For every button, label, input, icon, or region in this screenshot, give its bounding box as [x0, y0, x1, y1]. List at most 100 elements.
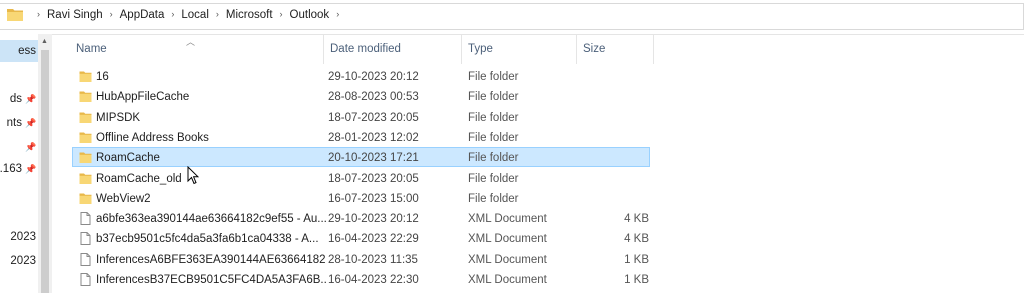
nav-item-label: 2023: [10, 255, 36, 267]
pin-icon: 📌: [25, 142, 37, 152]
file-date-modified: 20-10-2023 17:21: [328, 152, 419, 165]
breadcrumb-item[interactable]: AppData: [120, 9, 165, 21]
file-size: 4 KB: [624, 213, 649, 226]
nav-item[interactable]: [0, 273, 38, 293]
file-size: 4 KB: [624, 233, 649, 246]
column-type-label: Type: [468, 43, 493, 55]
breadcrumb-item[interactable]: Outlook: [290, 9, 330, 21]
folder-icon: [79, 70, 92, 83]
scrollbar-thumb[interactable]: [41, 50, 49, 293]
scroll-up-icon[interactable]: ▲: [41, 38, 48, 45]
nav-item-label: 9.163: [0, 163, 22, 175]
nav-item-label: nts: [6, 117, 22, 129]
file-date-modified: 28-08-2023 00:53: [328, 91, 419, 104]
file-name: HubAppFileCache: [96, 91, 190, 104]
file-date-modified: 18-07-2023 20:05: [328, 172, 419, 185]
nav-item-label: 2023: [10, 231, 36, 243]
column-header-size[interactable]: Size: [577, 34, 654, 64]
file-date-modified: 16-04-2023 22:29: [328, 233, 419, 246]
nav-item[interactable]: [0, 182, 38, 204]
file-type: File folder: [468, 192, 519, 205]
breadcrumb-separator-icon[interactable]: ›: [280, 9, 283, 19]
breadcrumb-separator-icon[interactable]: ›: [110, 9, 113, 19]
file-type: XML Document: [468, 253, 547, 266]
pin-icon: 📌: [25, 118, 37, 128]
column-name-label: Name: [76, 43, 107, 55]
file-type: File folder: [468, 71, 519, 83]
nav-item-label: ds: [9, 93, 22, 105]
sort-ascending-icon: ︿: [186, 37, 196, 47]
breadcrumb: › Ravi Singh › AppData › Local › Microsoft › Outl…: [30, 9, 346, 21]
file-type: File folder: [468, 91, 519, 104]
column-header-name[interactable]: Name: [70, 34, 324, 64]
file-row[interactable]: RoamCache 20-10-2023 17:21 File folder: [72, 147, 650, 168]
breadcrumb-item[interactable]: Ravi Singh: [47, 9, 103, 21]
file-date-modified: 16-07-2023 15:00: [328, 192, 419, 205]
file-size: 1 KB: [624, 274, 649, 286]
file-row[interactable]: 16 29-10-2023 20:12 File folder: [72, 66, 650, 86]
document-icon: [79, 212, 92, 226]
file-type: File folder: [468, 172, 519, 185]
breadcrumb-separator-icon[interactable]: ›: [216, 9, 219, 19]
file-row[interactable]: MIPSDK 18-07-2023 20:05 File folder: [72, 107, 650, 127]
file-row[interactable]: InferencesB37ECB9501C5FC4DA5A3FA6B... 16-…: [72, 269, 650, 289]
folder-icon: [7, 9, 23, 21]
file-name: InferencesA6BFE363EA390144AE63664182...: [96, 253, 326, 266]
file-name: RoamCache: [96, 152, 160, 165]
file-row[interactable]: RoamCache_old 18-07-2023 20:05 File folder: [72, 168, 650, 188]
file-date-modified: 28-10-2023 11:35: [328, 253, 418, 266]
file-name: InferencesB37ECB9501C5FC4DA5A3FA6B...: [96, 274, 326, 286]
file-row[interactable]: a6bfe363ea390144ae63664182c9ef55 - Au...…: [72, 208, 650, 228]
file-date-modified: 16-04-2023 22:30: [328, 274, 419, 286]
breadcrumb-separator-icon[interactable]: ›: [336, 9, 339, 19]
nav-item[interactable]: nts 📌: [0, 112, 38, 134]
nav-scrollbar[interactable]: ▲: [38, 34, 52, 293]
file-type: File folder: [468, 131, 519, 144]
pin-icon: 📌: [25, 164, 37, 174]
file-date-modified: 29-10-2023 20:12: [328, 71, 419, 83]
file-name: Offline Address Books: [96, 131, 209, 144]
breadcrumb-separator-icon[interactable]: ›: [171, 9, 174, 19]
address-bar[interactable]: › Ravi Singh › AppData › Local › Microsoft › Outl…: [0, 0, 1024, 35]
breadcrumb-item[interactable]: Microsoft: [226, 9, 273, 21]
file-size: 1 KB: [624, 253, 649, 266]
nav-item[interactable]: ds 📌: [0, 88, 38, 110]
nav-item[interactable]: 2023: [0, 226, 38, 248]
column-date-label: Date modified: [330, 43, 401, 55]
file-name: RoamCache_old: [96, 172, 182, 185]
breadcrumb-item[interactable]: Local: [181, 9, 209, 21]
file-name: b37ecb9501c5fc4da5a3fa6b1ca04338 - A...: [96, 233, 319, 246]
mouse-cursor-icon: [187, 166, 199, 185]
file-date-modified: 28-01-2023 12:02: [328, 131, 419, 144]
file-type: File folder: [468, 111, 519, 124]
column-header-row: Name Date modified Type Size: [52, 34, 1024, 64]
file-name: MIPSDK: [96, 111, 141, 124]
file-row[interactable]: WebView2 16-07-2023 15:00 File folder: [72, 188, 650, 208]
document-icon: [79, 232, 92, 246]
file-row[interactable]: InferencesA6BFE363EA390144AE63664182... 2…: [72, 249, 650, 269]
file-type: XML Document: [468, 233, 547, 246]
folder-icon: [79, 111, 92, 124]
nav-item[interactable]: 9.163📌: [0, 158, 38, 180]
nav-item-label: ess: [18, 45, 36, 57]
nav-item[interactable]: ess: [0, 40, 38, 62]
column-size-label: Size: [583, 43, 606, 55]
file-row[interactable]: Offline Address Books 28-01-2023 12:02 Fil…: [72, 127, 650, 147]
file-name: a6bfe363ea390144ae63664182c9ef55 - Au...: [96, 213, 326, 226]
column-header-date[interactable]: Date modified: [324, 34, 462, 64]
pin-icon: 📌: [25, 94, 37, 104]
nav-item[interactable]: 📌: [0, 136, 38, 158]
column-header-type[interactable]: Type: [462, 34, 577, 64]
document-icon: [79, 273, 92, 286]
breadcrumb-separator-icon[interactable]: ›: [37, 9, 40, 19]
folder-icon: [79, 192, 92, 205]
nav-item[interactable]: 2023: [0, 250, 38, 272]
file-date-modified: 29-10-2023 20:12: [328, 213, 419, 226]
file-row[interactable]: b37ecb9501c5fc4da5a3fa6b1ca04338 - A... 1…: [72, 228, 650, 248]
file-type: XML Document: [468, 274, 547, 286]
file-type: XML Document: [468, 213, 547, 226]
file-row[interactable]: HubAppFileCache 28-08-2023 00:53 File fold…: [72, 86, 650, 106]
navigation-pane: essds📌nts📌📌9.163📌20232023: [0, 34, 38, 293]
folder-icon: [79, 90, 92, 103]
file-name: WebView2: [96, 192, 151, 205]
